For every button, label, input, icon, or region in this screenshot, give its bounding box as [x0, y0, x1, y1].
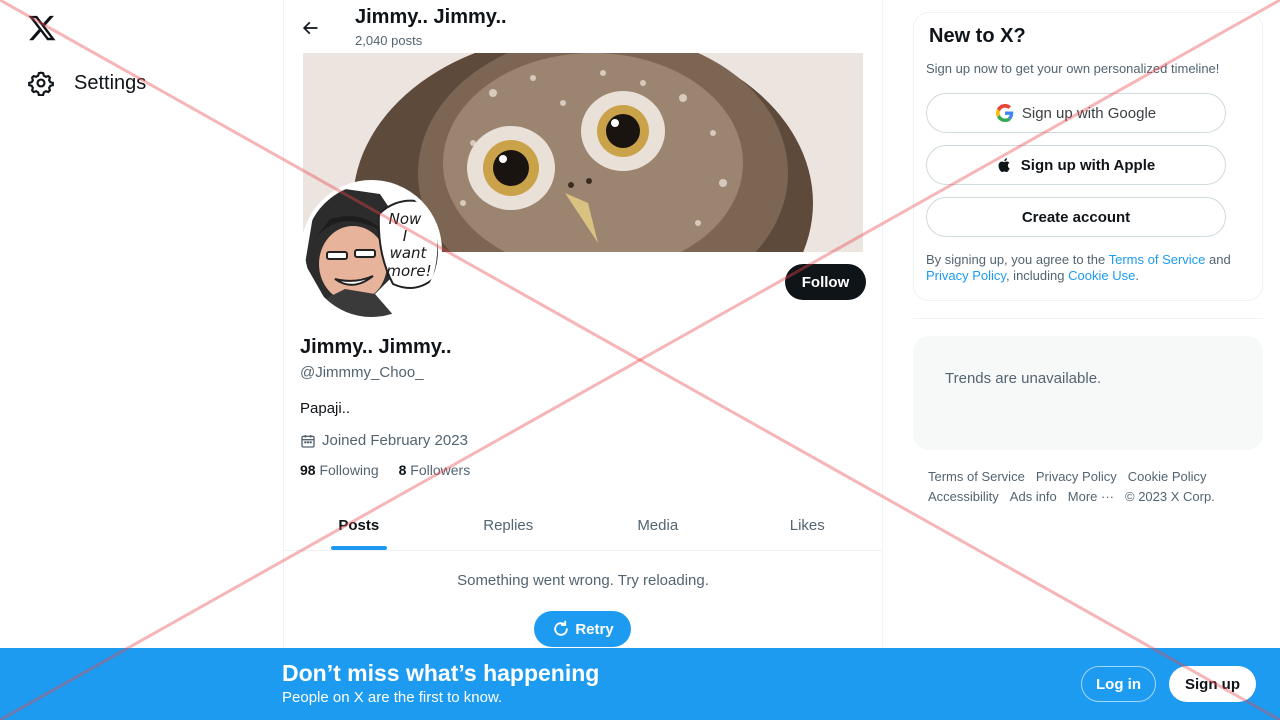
footer-link-privacy[interactable]: Privacy Policy [1036, 467, 1117, 487]
signup-card-title: New to X? [929, 25, 1026, 47]
profile-avatar[interactable]: Now I want more! [301, 180, 442, 321]
header-profile-name: Jimmy.. Jimmy.. [355, 6, 507, 28]
followers-label: Followers [410, 462, 471, 478]
x-logo-icon[interactable] [27, 13, 57, 43]
signup-legal-text: By signing up, you agree to the Terms of… [926, 252, 1251, 284]
tab-active-indicator [330, 546, 387, 550]
google-icon [995, 104, 1014, 122]
footer-copyright: © 2023 X Corp. [1125, 489, 1215, 504]
avatar-speech-line4: more! [386, 262, 431, 280]
footer-link-ads-info[interactable]: Ads info [1010, 487, 1057, 507]
bottom-bar-subtitle: People on X are the first to know. [282, 689, 503, 706]
profile-tabs: Posts Replies Media Likes [284, 500, 882, 551]
signup-google-button[interactable]: Sign up with Google [926, 93, 1226, 133]
footer-link-cookie[interactable]: Cookie Policy [1128, 467, 1207, 487]
retry-label: Retry [575, 620, 614, 638]
calendar-icon [301, 434, 315, 448]
signup-apple-button[interactable]: Sign up with Apple [926, 145, 1226, 185]
avatar-speech-line1: Now [389, 210, 422, 228]
apple-icon [998, 158, 1010, 173]
following-count: 98 [300, 462, 316, 478]
profile-stats: 98 Following 8 Followers [300, 462, 470, 478]
create-account-button[interactable]: Create account [926, 197, 1226, 237]
legal-prefix: By signing up, you agree to the [926, 252, 1109, 267]
create-account-label: Create account [1021, 208, 1131, 226]
avatar-speech-line2: I [403, 227, 408, 245]
privacy-policy-link[interactable]: Privacy Policy [926, 268, 1006, 283]
tab-media-label: Media [637, 516, 679, 534]
bottom-bar-title: Don’t miss what’s happening [282, 660, 600, 686]
profile-handle: @Jimmmy_Choo_ [300, 364, 424, 381]
profile-name: Jimmy.. Jimmy.. [300, 336, 452, 358]
followers-count: 8 [398, 462, 407, 478]
terms-of-service-link[interactable]: Terms of Service [1109, 252, 1206, 267]
followers-link[interactable]: 8 Followers [399, 462, 471, 478]
footer-link-accessibility[interactable]: Accessibility [928, 487, 999, 507]
login-button[interactable]: Log in [1081, 666, 1156, 702]
following-label: Following [319, 462, 379, 478]
footer-link-more[interactable]: More ··· [1068, 487, 1114, 507]
tab-replies[interactable]: Replies [434, 500, 584, 550]
signup-google-label: Sign up with Google [1021, 104, 1157, 122]
legal-end: . [1135, 268, 1139, 283]
profile-bio: Papaji.. [300, 400, 351, 417]
profile-joined-text: Joined February 2023 [322, 432, 468, 449]
tab-likes-label: Likes [789, 516, 825, 534]
back-button[interactable] [296, 14, 324, 42]
legal-and: and [1205, 252, 1231, 267]
arrow-left-icon [302, 21, 318, 35]
follow-button[interactable]: Follow [785, 264, 866, 300]
following-link[interactable]: 98 Following [300, 462, 379, 478]
header-post-count: 2,040 posts [355, 33, 423, 48]
avatar-speech-line3: want [390, 244, 428, 262]
tab-posts[interactable]: Posts [284, 500, 434, 550]
nav-settings-label: Settings [74, 71, 147, 94]
signup-button[interactable]: Sign up [1169, 666, 1256, 702]
bottom-signup-bar: Don’t miss what’s happening People on X … [0, 648, 1280, 720]
tab-replies-label: Replies [483, 516, 534, 534]
footer-links: Terms of Service Privacy Policy Cookie P… [928, 467, 1258, 507]
sidebar-divider [913, 318, 1263, 319]
tab-media[interactable]: Media [583, 500, 733, 550]
tab-posts-label: Posts [338, 516, 380, 534]
profile-joined: Joined February 2023 [300, 432, 468, 449]
legal-including: , including [1005, 268, 1069, 283]
refresh-icon [554, 620, 569, 636]
trends-panel: Trends are unavailable. [913, 336, 1263, 450]
trends-message: Trends are unavailable. [945, 370, 1102, 387]
gear-icon [28, 71, 54, 96]
signup-apple-label: Sign up with Apple [1020, 156, 1156, 174]
tab-likes[interactable]: Likes [733, 500, 883, 550]
timeline-error-message: Something went wrong. Try reloading. [457, 572, 709, 589]
signup-card-subtitle: Sign up now to get your own personalized… [926, 61, 1220, 76]
footer-link-terms[interactable]: Terms of Service [928, 467, 1025, 487]
nav-settings[interactable]: Settings [28, 66, 146, 100]
retry-button[interactable]: Retry [534, 611, 631, 647]
cookie-use-link[interactable]: Cookie Use [1068, 268, 1135, 283]
